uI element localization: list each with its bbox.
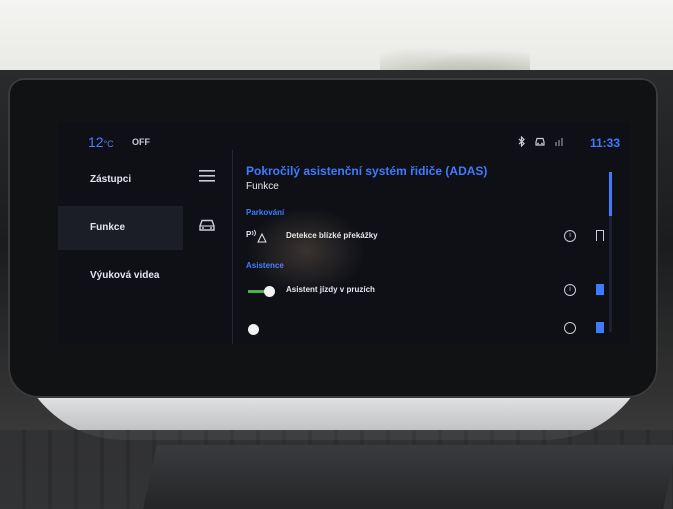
temperature-readout[interactable]: 12°C [88,134,114,150]
signal-icon [554,136,564,150]
bookmark-icon[interactable] [596,322,604,333]
toggle-knob [248,324,259,335]
main-content: Pokročilý asistenční systém řidiče (ADAS… [246,164,616,344]
ac-status[interactable]: OFF [132,137,150,147]
car-connected-icon [534,136,546,150]
bookmark-icon[interactable] [596,284,604,295]
bluetooth-icon [517,135,526,150]
lane-assist-toggle[interactable] [248,286,275,297]
info-icon[interactable]: i [564,230,576,242]
list-item-partial[interactable] [246,318,616,340]
sidebar-item-funkce[interactable]: Funkce [58,206,183,250]
sidebar-item-vyukova-videa[interactable]: Výuková videa [58,254,183,298]
page-subtitle: Funkce [246,181,279,192]
info-icon[interactable] [564,322,576,334]
status-bar: 12°C OFF 11:33 [58,122,630,150]
infotainment-screen: 12°C OFF 11:33 Zástupci Funkce Výuková v… [58,122,630,344]
scroll-thumb[interactable] [609,172,612,216]
clock: 11:33 [589,136,620,150]
list-item[interactable]: Asistent jízdy v pruzích i [246,280,616,302]
toggle-knob [264,286,275,297]
menu-icon[interactable] [196,169,218,191]
page-title: Pokročilý asistenční systém řidiče (ADAS… [246,164,488,178]
sidebar-item-zastupci[interactable]: Zástupci [58,158,183,202]
temperature-unit: °C [103,139,114,149]
list-item[interactable]: P Detekce blízké překážky i [246,226,616,248]
section-heading-asistence: Asistence [246,261,284,270]
row-label-detekce: Detekce blízké překážky [286,231,378,240]
row-label-asistent: Asistent jízdy v pruzích [286,285,375,294]
section-heading-parkovani: Parkování [246,208,285,217]
dash-lower-strip [143,445,673,509]
sidebar: Zástupci Funkce Výuková videa [58,150,232,344]
toggle-partial[interactable] [248,324,274,335]
scrollbar[interactable] [609,172,612,332]
status-icons [517,135,564,150]
sidebar-divider [232,150,233,344]
car-icon[interactable] [196,217,218,239]
svg-text:P: P [246,230,252,239]
bookmark-icon[interactable] [596,230,604,241]
obstacle-sensor-icon: P [246,228,270,246]
info-icon[interactable]: i [564,284,576,296]
temperature-value: 12 [88,134,104,150]
